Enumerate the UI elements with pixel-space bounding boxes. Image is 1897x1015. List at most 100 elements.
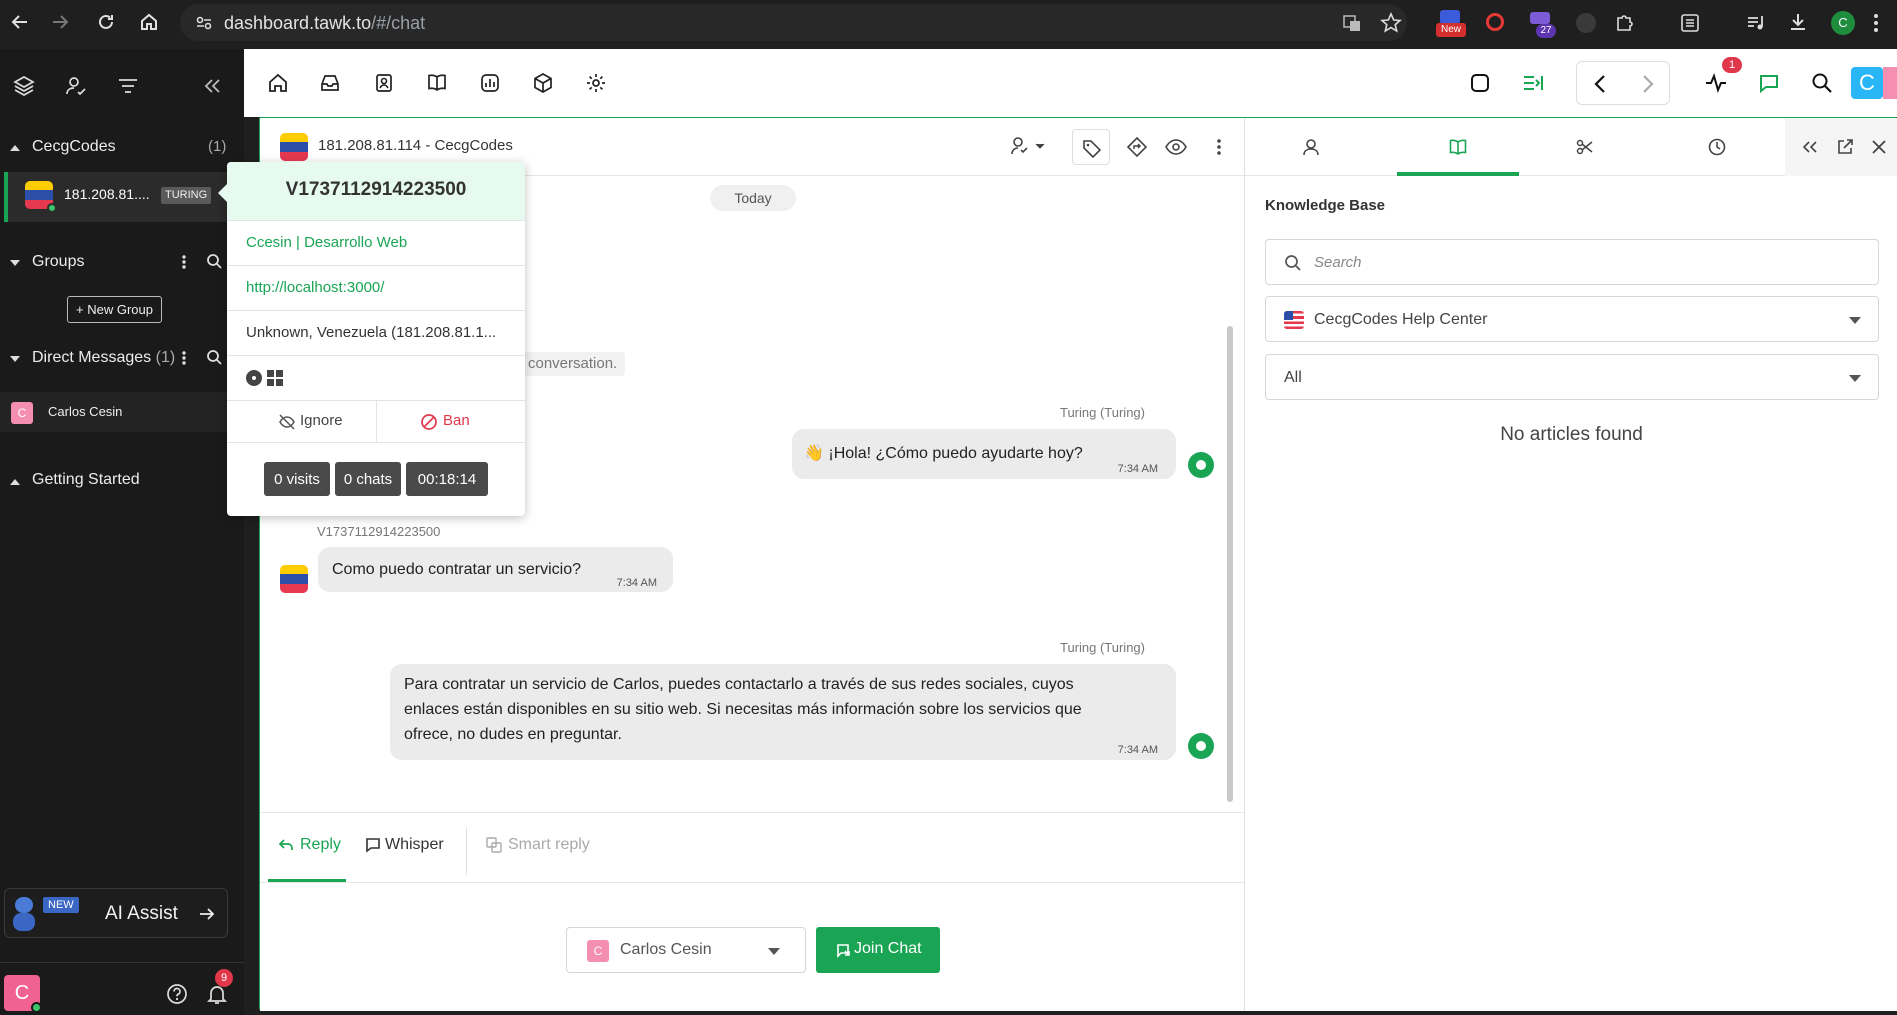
dm-caret-icon[interactable] <box>10 356 20 362</box>
addons-cube-icon[interactable] <box>529 69 557 97</box>
search-icon[interactable] <box>1808 69 1836 97</box>
address-bar[interactable]: dashboard.tawk.to/#/chat <box>180 4 1407 41</box>
media-control-icon[interactable] <box>1745 12 1767 34</box>
extensions-puzzle-icon[interactable] <box>1614 12 1636 34</box>
dm-search-icon[interactable] <box>206 349 222 365</box>
smart-reply-icon <box>486 837 502 853</box>
extension-new-icon[interactable]: New <box>1436 10 1466 38</box>
filter-value: All <box>1284 369 1302 386</box>
messages-bubble-icon[interactable] <box>1755 69 1783 97</box>
reply-area: Reply Whisper Smart reply C Carlos Cesin… <box>260 812 1244 1011</box>
message-time: 7:34 AM <box>1117 463 1158 475</box>
visitor-site[interactable]: Ccesin | Desarrollo Web <box>246 234 407 251</box>
tag-button[interactable] <box>1072 129 1110 165</box>
visitor-id: V1737112914223500 <box>285 179 467 200</box>
us-flag-icon <box>1284 311 1304 329</box>
bookmark-star-icon[interactable] <box>1380 12 1402 34</box>
settings-gear-icon[interactable] <box>582 69 610 97</box>
kb-search-input[interactable]: Search <box>1265 239 1879 285</box>
tab-history[interactable] <box>1651 118 1783 176</box>
inbox-icon[interactable] <box>316 69 344 97</box>
turing-badge: TURING <box>161 187 212 204</box>
active-chat-label: 181.208.81.... <box>64 186 150 202</box>
help-icon[interactable] <box>166 983 188 1005</box>
extension-red-icon[interactable] <box>1486 13 1504 31</box>
ignore-button[interactable]: Ignore <box>227 401 377 443</box>
activity-badge: 1 <box>1722 57 1742 73</box>
close-icon[interactable] <box>1870 138 1888 156</box>
user-check-icon[interactable] <box>64 74 88 98</box>
transfer-icon[interactable] <box>1126 136 1148 158</box>
scrollbar-thumb[interactable] <box>1227 326 1233 802</box>
layers-icon[interactable] <box>12 74 36 98</box>
article-filter-select[interactable]: All <box>1265 354 1879 400</box>
groups-search-icon[interactable] <box>206 253 222 269</box>
browser-menu-icon[interactable] <box>1873 12 1879 34</box>
ai-assist-button[interactable]: NEW AI Assist <box>4 888 228 938</box>
dm-item-carlos[interactable]: C Carlos Cesin <box>0 392 244 432</box>
getting-started-title[interactable]: Getting Started <box>32 471 140 489</box>
knowledge-book-icon[interactable] <box>423 69 451 97</box>
dm-more-icon[interactable] <box>182 350 186 366</box>
knowledge-base-heading: Knowledge Base <box>1265 197 1386 214</box>
groups-caret-icon[interactable] <box>10 260 20 266</box>
new-group-button[interactable]: + New Group <box>67 296 162 323</box>
forward-icon[interactable] <box>49 11 71 33</box>
home-icon[interactable] <box>264 69 292 97</box>
agent-select[interactable]: C Carlos Cesin <box>566 927 806 973</box>
clock-icon <box>1708 138 1726 156</box>
collapse-caret-icon[interactable] <box>10 145 20 151</box>
eye-icon[interactable] <box>1164 136 1188 158</box>
back-icon[interactable] <box>9 11 31 33</box>
ban-button[interactable]: Ban <box>377 401 525 443</box>
reading-list-icon[interactable] <box>1679 12 1701 34</box>
next-chat-icon[interactable] <box>1637 73 1657 95</box>
visitor-platform-row <box>227 355 525 400</box>
square-icon[interactable] <box>1466 69 1494 97</box>
property-name[interactable]: CecgCodes <box>32 138 116 156</box>
join-chat-button[interactable]: Join Chat <box>816 927 940 973</box>
tab-knowledge-base[interactable] <box>1397 118 1519 176</box>
toolbar-avatar[interactable]: C <box>1851 67 1883 99</box>
extension-cap-icon[interactable]: 27 <box>1528 10 1556 38</box>
reload-icon[interactable] <box>95 11 117 33</box>
ban-icon <box>421 414 437 430</box>
translate-icon[interactable] <box>1342 13 1362 33</box>
pop-out-icon[interactable] <box>1836 138 1854 156</box>
chat-more-icon[interactable] <box>1217 138 1221 156</box>
activity-icon[interactable] <box>1702 69 1730 97</box>
tab-visitor-info[interactable] <box>1245 118 1377 176</box>
groups-title[interactable]: Groups <box>32 253 84 271</box>
reports-icon[interactable] <box>476 69 504 97</box>
active-chat-item[interactable]: 181.208.81.... TURING <box>4 172 244 222</box>
extension-new-badge: New <box>1436 23 1466 37</box>
browser-profile-avatar[interactable]: C <box>1831 11 1855 35</box>
collapse-sidebar-icon[interactable] <box>202 74 222 98</box>
help-center-select[interactable]: CecgCodes Help Center <box>1265 296 1879 342</box>
getting-started-caret-icon[interactable] <box>10 479 20 485</box>
filter-icon[interactable] <box>116 74 140 98</box>
visitor-url[interactable]: http://localhost:3000/ <box>246 279 384 296</box>
visitor-info-popover: V1737112914223500 Ccesin | Desarrollo We… <box>218 162 525 516</box>
url-text[interactable]: dashboard.tawk.to/#/chat <box>224 13 425 34</box>
dm-title[interactable]: Direct Messages (1) <box>32 349 175 367</box>
tab-reply[interactable]: Reply <box>268 813 346 882</box>
chat-queue-icon[interactable] <box>1519 69 1547 97</box>
tab-shortcuts[interactable] <box>1519 118 1651 176</box>
site-settings-icon[interactable] <box>194 13 214 33</box>
download-icon[interactable] <box>1787 11 1809 33</box>
avatar: C <box>587 940 609 962</box>
message-sender: Turing (Turing) <box>1059 640 1145 655</box>
message-text: Como puedo contratar un servicio? <box>332 561 582 578</box>
whisper-icon <box>366 838 380 853</box>
new-badge: NEW <box>43 897 79 913</box>
assign-agent-icon[interactable] <box>1010 135 1048 157</box>
previous-chat-icon[interactable] <box>1591 73 1611 95</box>
groups-more-icon[interactable] <box>182 254 186 270</box>
double-chevron-left-icon[interactable] <box>1801 138 1819 156</box>
tab-reply-label: Reply <box>300 836 341 853</box>
contacts-icon[interactable] <box>370 69 398 97</box>
home-icon[interactable] <box>138 11 160 33</box>
popover-arrow <box>218 184 227 202</box>
extension-wp-icon[interactable] <box>1576 13 1596 33</box>
